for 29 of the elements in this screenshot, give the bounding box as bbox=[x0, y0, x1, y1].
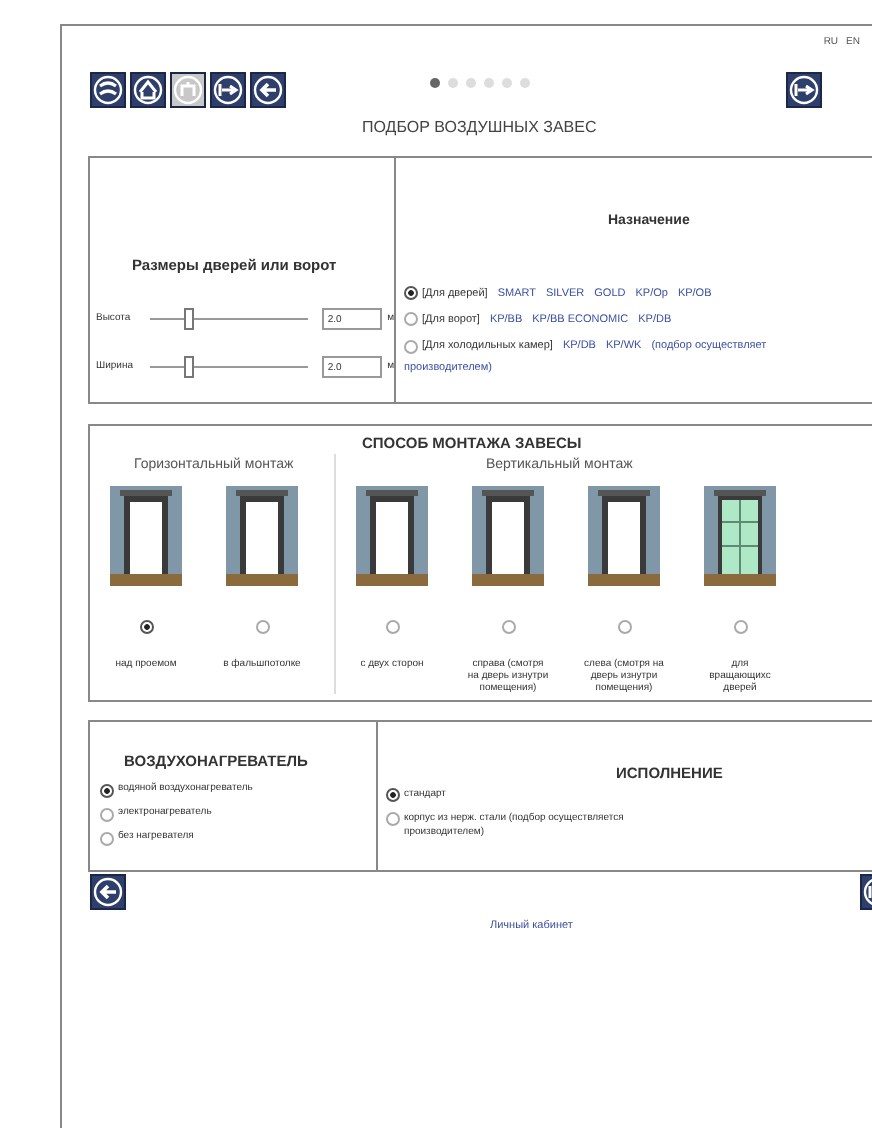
arrow-bar-icon[interactable] bbox=[210, 72, 246, 108]
radio-button[interactable] bbox=[404, 339, 418, 354]
radio-button[interactable] bbox=[386, 812, 400, 826]
back-arrow-icon[interactable] bbox=[90, 873, 126, 910]
radio-button[interactable] bbox=[386, 788, 400, 802]
revolving-door-drawing bbox=[704, 485, 776, 586]
door-drawing bbox=[356, 485, 428, 586]
radio-button[interactable] bbox=[255, 619, 269, 634]
radio-button[interactable] bbox=[404, 312, 418, 327]
radio-button[interactable] bbox=[100, 807, 114, 821]
radio-button[interactable] bbox=[733, 619, 747, 634]
door-drawing bbox=[226, 485, 298, 586]
house-icon[interactable] bbox=[130, 72, 166, 108]
radio-button[interactable] bbox=[404, 286, 418, 301]
door-drawing bbox=[472, 485, 544, 586]
radio-button[interactable] bbox=[100, 783, 114, 797]
arrow-bar-icon[interactable] bbox=[786, 72, 822, 108]
slider-thumb[interactable] bbox=[183, 307, 194, 330]
radio-button[interactable] bbox=[501, 619, 515, 634]
door-drawing bbox=[588, 485, 660, 586]
radio-button[interactable] bbox=[385, 619, 399, 634]
door-drawing bbox=[110, 485, 182, 586]
layers-icon[interactable] bbox=[90, 72, 126, 108]
back-arrow-icon[interactable] bbox=[250, 72, 286, 108]
slider-thumb[interactable] bbox=[183, 355, 194, 378]
page-title: ПОДБОР ВОЗДУШНЫХ ЗАВЕС bbox=[362, 116, 599, 140]
radio-button[interactable] bbox=[100, 831, 114, 845]
radio-button[interactable] bbox=[617, 619, 631, 634]
radio-button[interactable] bbox=[139, 619, 153, 634]
